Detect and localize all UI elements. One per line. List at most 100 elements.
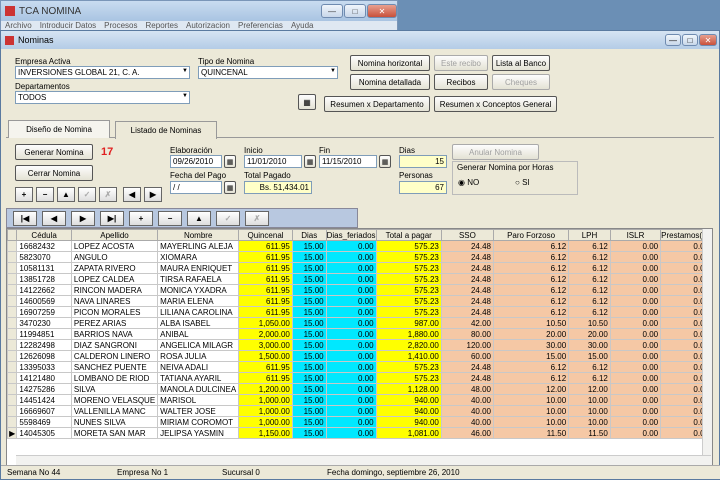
table-cell[interactable]: MONICA YXADRA: [157, 284, 240, 296]
table-cell[interactable]: 15.00: [291, 427, 327, 439]
table-cell[interactable]: MARISOL: [157, 394, 240, 406]
table-cell[interactable]: 575.23: [375, 306, 442, 318]
insert-record-icon[interactable]: +: [129, 211, 153, 226]
table-cell[interactable]: 30.00: [568, 339, 611, 351]
resumen-depto-button[interactable]: Resumen x Departamento: [324, 96, 430, 112]
cancel-icon[interactable]: ✗: [99, 187, 117, 202]
radio-si[interactable]: ○ SI: [515, 178, 530, 187]
table-cell[interactable]: 20.00: [568, 328, 611, 340]
edit-record-icon[interactable]: ▲: [187, 211, 211, 226]
table-cell[interactable]: ZAPATA RIVERO: [70, 262, 159, 274]
radio-no[interactable]: ◉ NO: [458, 178, 479, 187]
table-cell[interactable]: 1,410.00: [375, 350, 442, 362]
column-header[interactable]: ISLR: [609, 229, 662, 241]
table-cell[interactable]: 0.00: [325, 405, 377, 417]
table-cell[interactable]: 10.00: [568, 405, 611, 417]
table-cell[interactable]: 0.00: [609, 361, 662, 373]
table-cell[interactable]: 48.00: [440, 383, 494, 395]
table-cell[interactable]: 6.12: [492, 262, 570, 274]
table-cell[interactable]: 575.23: [375, 240, 442, 252]
table-cell[interactable]: 0.00: [609, 284, 662, 296]
table-cell[interactable]: NUNES SILVA: [70, 416, 159, 428]
table-cell[interactable]: LOPEZ CALDEA: [70, 273, 159, 285]
table-cell[interactable]: 6.12: [568, 306, 611, 318]
table-cell[interactable]: 15.00: [291, 416, 327, 428]
table-cell[interactable]: 940.00: [375, 405, 442, 417]
payroll-grid[interactable]: Cédula Apellido Nombre Quincenal Dias Dias_fe…: [6, 228, 713, 474]
table-cell[interactable]: 6.12: [568, 273, 611, 285]
table-cell[interactable]: 24.48: [440, 273, 494, 285]
table-cell[interactable]: 1,128.00: [375, 383, 442, 395]
table-cell[interactable]: ROSA JULIA: [157, 350, 240, 362]
table-cell[interactable]: 15.00: [492, 350, 570, 362]
table-cell[interactable]: 0.00: [609, 416, 662, 428]
table-row[interactable]: 14451424 MORENO VELASQUE MARISOL 1,000.00 15…: [7, 394, 712, 406]
table-cell[interactable]: 14451424: [16, 394, 72, 406]
table-row[interactable]: 14600569 NAVA LINARES MARIA ELENA 611.95 15.…: [7, 295, 712, 307]
table-cell[interactable]: 24.48: [440, 262, 494, 274]
table-cell[interactable]: VALLENILLA MANC: [70, 405, 159, 417]
table-cell[interactable]: 0.00: [325, 295, 377, 307]
table-cell[interactable]: 611.95: [238, 273, 293, 285]
table-cell[interactable]: MAYERLING ALEJA: [157, 240, 240, 252]
table-cell[interactable]: 13851728: [16, 273, 72, 285]
table-cell[interactable]: 15.00: [291, 273, 327, 285]
table-cell[interactable]: LOPEZ ACOSTA: [70, 240, 159, 252]
table-cell[interactable]: 15.00: [291, 240, 327, 252]
table-cell[interactable]: LOMBANO DE RIOD: [70, 372, 159, 384]
table-row[interactable]: 12282498 DIAZ SANGRONI ANGELICA MILAGR 3,00…: [7, 339, 712, 351]
table-cell[interactable]: 611.95: [238, 262, 293, 274]
table-cell[interactable]: 12.00: [568, 383, 611, 395]
table-row[interactable]: 5598469 NUNES SILVA MIRIAM COROMOT 1,000.00…: [7, 416, 712, 428]
table-cell[interactable]: 0.00: [609, 383, 662, 395]
table-cell[interactable]: 1,500.00: [238, 350, 293, 362]
check-icon[interactable]: ✓: [78, 187, 96, 202]
table-cell[interactable]: 6.12: [492, 361, 570, 373]
arrow-right-icon[interactable]: ▶: [144, 187, 162, 202]
table-cell[interactable]: 24.48: [440, 306, 494, 318]
table-cell[interactable]: 575.23: [375, 273, 442, 285]
calendar-icon[interactable]: ▦: [224, 181, 236, 194]
table-cell[interactable]: 0.00: [325, 361, 377, 373]
table-cell[interactable]: 0.00: [325, 240, 377, 252]
calendar-icon[interactable]: ▦: [379, 155, 391, 168]
table-cell[interactable]: 3470230: [16, 317, 72, 329]
table-row[interactable]: 3470230 PEREZ ARIAS ALBA ISABEL 1,050.00 15.…: [7, 317, 712, 329]
table-cell[interactable]: 40.00: [440, 394, 494, 406]
table-cell[interactable]: 0.00: [609, 317, 662, 329]
table-cell[interactable]: 0.00: [325, 350, 377, 362]
table-cell[interactable]: 15.00: [291, 372, 327, 384]
maximize-icon[interactable]: □: [682, 34, 698, 46]
table-cell[interactable]: 16907259: [16, 306, 72, 318]
table-cell[interactable]: SANCHEZ PUENTE: [70, 361, 159, 373]
table-cell[interactable]: 120.00: [440, 339, 494, 351]
table-cell[interactable]: 15.00: [291, 317, 327, 329]
table-cell[interactable]: NEIVA ADALI: [157, 361, 240, 373]
table-row[interactable]: 13395033 SANCHEZ PUENTE NEIVA ADALI 611.95 1…: [7, 361, 712, 373]
maximize-icon[interactable]: □: [344, 4, 366, 18]
table-cell[interactable]: RINCON MADERA: [70, 284, 159, 296]
horizontal-scrollbar[interactable]: [16, 455, 711, 465]
table-cell[interactable]: 11.50: [492, 427, 570, 439]
column-header[interactable]: Nombre: [157, 229, 240, 241]
nomina-detallada-button[interactable]: Nomina detallada: [350, 74, 430, 90]
table-cell[interactable]: 24.48: [440, 295, 494, 307]
inicio-field[interactable]: 11/01/2010: [244, 155, 302, 168]
dias-field[interactable]: 15: [399, 155, 447, 168]
table-cell[interactable]: 6.12: [492, 251, 570, 263]
table-cell[interactable]: 611.95: [238, 240, 293, 252]
table-cell[interactable]: LILIANA CAROLINA: [157, 306, 240, 318]
table-cell[interactable]: 940.00: [375, 394, 442, 406]
table-cell[interactable]: 575.23: [375, 361, 442, 373]
depto-select[interactable]: TODOS ▼: [15, 91, 190, 104]
table-cell[interactable]: 42.00: [440, 317, 494, 329]
next-record-icon[interactable]: ▶: [71, 211, 95, 226]
table-cell[interactable]: 15.00: [291, 251, 327, 263]
table-cell[interactable]: 46.00: [440, 427, 494, 439]
table-cell[interactable]: 6.12: [568, 251, 611, 263]
table-cell[interactable]: 987.00: [375, 317, 442, 329]
anular-nomina-button[interactable]: Anular Nomina: [452, 144, 539, 160]
table-cell[interactable]: JELIPSA YASMIN: [157, 427, 240, 439]
table-cell[interactable]: ALBA ISABEL: [157, 317, 240, 329]
table-cell[interactable]: 1,000.00: [238, 416, 293, 428]
